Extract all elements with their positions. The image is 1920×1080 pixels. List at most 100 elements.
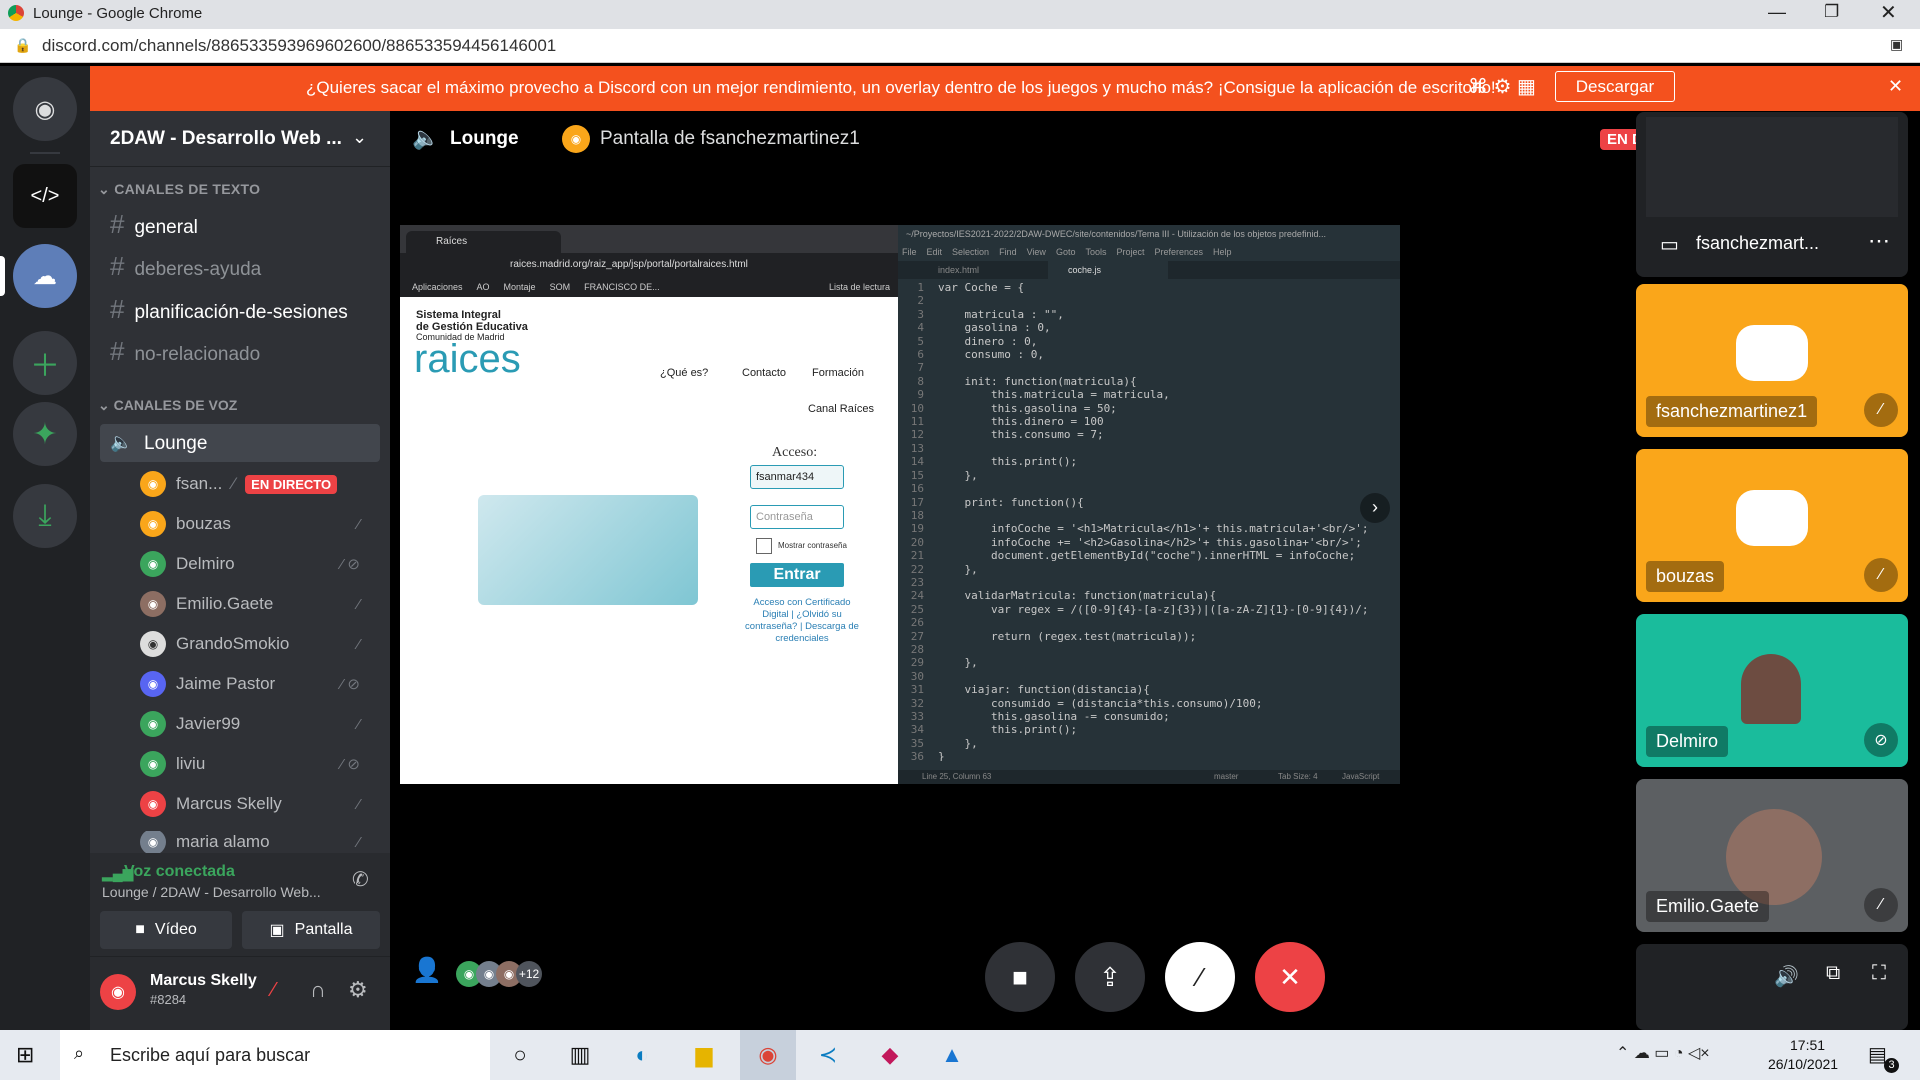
enter-button[interactable]: Entrar — [750, 563, 844, 587]
menu-item[interactable]: Selection — [952, 247, 989, 257]
text-channels-header[interactable]: ⌄ CANALES DE TEXTO — [98, 181, 260, 198]
voice-channels-header[interactable]: ⌄ CANALES DE VOZ — [98, 397, 237, 414]
channel-planificacion[interactable]: # planificación-de-sesiones — [110, 294, 348, 325]
close-window-button[interactable]: ✕ — [1880, 0, 1897, 25]
participant-tile[interactable]: Emilio.Gaete ⁄ — [1636, 779, 1908, 932]
voice-user[interactable]: ◉ Javier99 ⁄ — [140, 711, 380, 737]
participant-tile[interactable]: Delmiro ⊘ — [1636, 614, 1908, 767]
headphones-icon[interactable]: ∩ — [310, 977, 326, 1003]
end-call-icon: ✕ — [1279, 961, 1301, 992]
address-bar[interactable]: 🔒 discord.com/channels/88653359396960260… — [0, 29, 1920, 63]
download-button[interactable]: Descargar — [1555, 71, 1675, 102]
camera-button[interactable]: ■ — [985, 942, 1055, 1012]
nav-canal-raices[interactable]: Canal Raíces — [808, 403, 874, 415]
next-arrow-icon[interactable]: › — [1360, 493, 1390, 523]
menu-item[interactable]: Goto — [1056, 247, 1076, 257]
disconnect-button[interactable]: ✕ — [1255, 942, 1325, 1012]
windows-start-icon[interactable]: ⊞ — [16, 1042, 34, 1068]
avatar: ◉ — [140, 591, 166, 617]
voice-channel-lounge[interactable]: 🔈 Lounge — [100, 424, 380, 462]
explore-servers-icon[interactable]: ✦ — [13, 402, 77, 466]
voice-user[interactable]: ◉ bouzas ⁄ — [140, 511, 380, 537]
voice-user[interactable]: ◉ Marcus Skelly ⁄ — [140, 791, 380, 817]
file-explorer-icon[interactable]: ▆ — [684, 1036, 724, 1074]
login-links[interactable]: Acceso con Certificado Digital | ¿Olvidó… — [742, 597, 862, 645]
menu-item[interactable]: Edit — [927, 247, 943, 257]
voice-user[interactable]: ◉ Jaime Pastor ⁄ ⊘ — [140, 671, 380, 697]
menu-item[interactable]: Project — [1116, 247, 1144, 257]
nav-que-es[interactable]: ¿Qué es? — [660, 367, 708, 379]
server-code-icon[interactable]: </> — [13, 164, 77, 228]
clock-date[interactable]: 26/10/2021 — [1768, 1056, 1838, 1072]
editor-tab[interactable]: index.html — [938, 265, 979, 275]
inner-url: raices.madrid.org/raiz_app/jsp/portal/po… — [510, 259, 748, 270]
channel-general[interactable]: # general — [110, 209, 198, 240]
muted-icon: ⁄ — [1864, 558, 1898, 592]
menu-item[interactable]: Preferences — [1154, 247, 1203, 257]
mute-mic-icon[interactable]: ⁄ — [272, 979, 275, 1002]
menu-item[interactable]: Find — [999, 247, 1017, 257]
jetbrains-icon[interactable]: ◆ — [870, 1036, 910, 1074]
server-separator — [30, 152, 60, 154]
url-text[interactable]: discord.com/channels/886533593969602600/… — [42, 36, 556, 56]
mute-button[interactable]: ⁄ — [1165, 942, 1235, 1012]
menu-item[interactable]: File — [902, 247, 917, 257]
channel-deberes-ayuda[interactable]: # deberes-ayuda — [110, 251, 261, 282]
edge-icon[interactable]: ◐ — [622, 1036, 662, 1074]
screen-label: Pantalla — [294, 921, 353, 938]
chrome-taskbar-icon[interactable]: ◉ — [740, 1030, 796, 1080]
server-2daw-icon[interactable]: ☁ — [13, 244, 77, 308]
video-button[interactable]: ■ Vídeo — [100, 911, 232, 949]
more-options-icon[interactable]: ⋯ — [1868, 228, 1890, 254]
menu-item[interactable]: Tools — [1085, 247, 1106, 257]
password-field[interactable]: Contraseña — [750, 505, 844, 529]
system-tray-icons[interactable]: ⌃ ☁ ▭ ◔ ◁× — [1616, 1043, 1710, 1063]
photos-icon[interactable]: ▲ — [932, 1036, 972, 1074]
stream-preview-tile[interactable]: ▭ fsanchezmart... ⋯ — [1636, 112, 1908, 277]
menu-item[interactable]: View — [1027, 247, 1046, 257]
account-avatar[interactable]: ◉ — [100, 974, 136, 1010]
username-field[interactable]: fsanmar434 — [750, 465, 844, 489]
voice-user[interactable]: ◉ liviu ⁄ ⊘ — [140, 751, 380, 777]
volume-icon[interactable]: 🔊 — [1774, 964, 1799, 989]
disconnect-icon[interactable]: ✆ — [352, 867, 369, 892]
fullscreen-icon[interactable]: ⛶ — [1872, 962, 1886, 985]
muted-deafened-icon: ⁄ ⊘ — [340, 556, 360, 573]
code-content[interactable]: var Coche = { matricula : "", gasolina :… — [938, 281, 1378, 761]
minimize-button[interactable]: — — [1768, 2, 1786, 23]
voice-user[interactable]: ◉ Emilio.Gaete ⁄ — [140, 591, 380, 617]
cortana-icon[interactable]: ○ — [500, 1036, 540, 1074]
server-header[interactable]: 2DAW - Desarrollo Web ... ⌄ — [90, 111, 390, 167]
voice-user[interactable]: ◉ maria alamo ⁄ — [140, 831, 380, 853]
nav-contacto[interactable]: Contacto — [742, 367, 786, 379]
voice-user[interactable]: ◉ Delmiro ⁄ ⊘ — [140, 551, 380, 577]
invite-icon[interactable]: 👤 — [412, 956, 442, 985]
editor-tab-active[interactable]: coche.js — [1048, 261, 1168, 279]
member-avatars[interactable]: ◉ ◉ ◉ +12 — [456, 961, 552, 987]
clock-time[interactable]: 17:51 — [1790, 1037, 1825, 1053]
popout-icon[interactable]: ⧉ — [1826, 962, 1840, 985]
channel-no-relacionado[interactable]: # no-relacionado — [110, 336, 260, 367]
menu-item[interactable]: Help — [1213, 247, 1232, 257]
close-banner-icon[interactable]: ✕ — [1888, 76, 1903, 97]
participant-tile[interactable]: fsanchezmartinez1 ⁄ — [1636, 284, 1908, 437]
taskbar-search[interactable]: ⌕ Escribe aquí para buscar — [60, 1030, 490, 1080]
screen-share-button[interactable]: ▣ Pantalla — [242, 911, 380, 949]
vscode-icon[interactable]: ≺ — [808, 1036, 848, 1074]
participant-tile[interactable]: bouzas ⁄ — [1636, 449, 1908, 602]
download-apps-icon[interactable]: ⤓ — [13, 484, 77, 548]
task-view-icon[interactable]: ▥ — [560, 1036, 600, 1074]
cast-icon[interactable]: ▣ — [1890, 36, 1903, 53]
avatar: ◉ — [140, 831, 166, 853]
voice-user[interactable]: ◉ GrandoSmokio ⁄ — [140, 631, 380, 657]
add-server-icon[interactable]: ＋ — [13, 331, 77, 395]
nav-formacion[interactable]: Formación — [812, 367, 864, 379]
maximize-button[interactable]: ❐ — [1824, 2, 1839, 22]
shared-screen[interactable]: Raíces raices.madrid.org/raiz_app/jsp/po… — [400, 225, 1400, 784]
voice-user[interactable]: ◉ fsan... ⁄ EN DIRECTO — [140, 471, 338, 497]
share-screen-button[interactable]: ⇪ — [1075, 942, 1145, 1012]
settings-gear-icon[interactable]: ⚙ — [348, 977, 368, 1003]
participant-tile-partial[interactable]: 🔊 ⧉ ⛶ — [1636, 944, 1908, 1030]
show-password-checkbox[interactable] — [756, 538, 772, 554]
discord-home-icon[interactable]: ◉ — [13, 77, 77, 141]
